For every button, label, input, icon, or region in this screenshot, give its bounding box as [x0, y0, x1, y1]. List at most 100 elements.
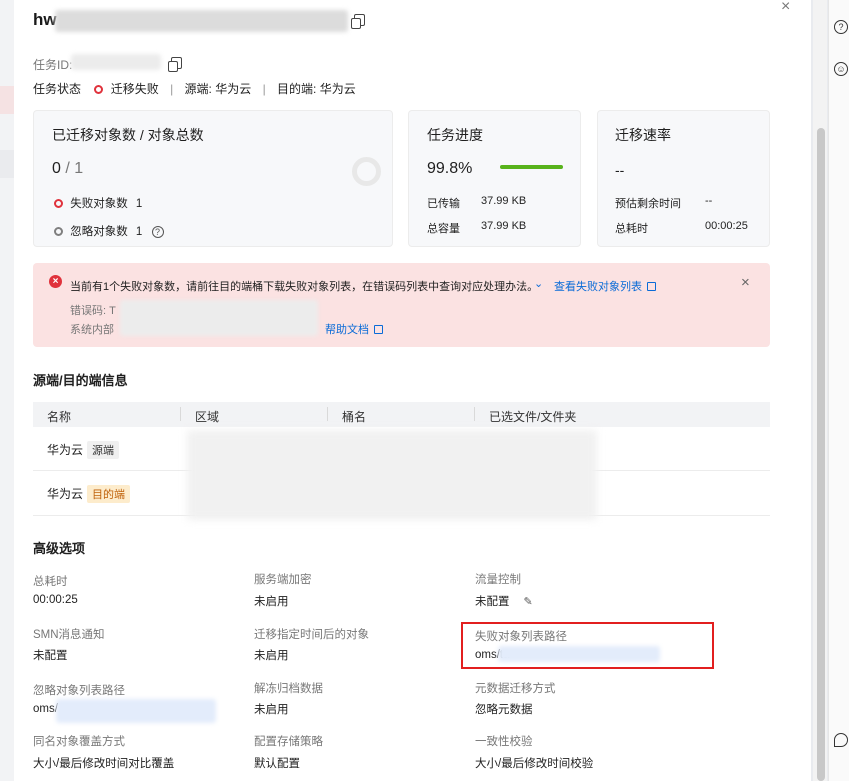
- chevron-down-icon[interactable]: ⌄: [534, 277, 543, 290]
- column-header-name: 名称: [47, 410, 72, 424]
- background-row: [0, 150, 14, 178]
- option-value: 未启用: [254, 650, 289, 662]
- transferred-label: 已传输: [427, 198, 460, 210]
- scrollbar-thumb[interactable]: [817, 128, 825, 781]
- option-value: 忽略元数据: [475, 704, 533, 716]
- column-divider: [180, 407, 181, 421]
- source-label: 源端:: [184, 82, 212, 96]
- option-label: 忽略对象列表路径: [33, 685, 125, 697]
- traffic-control-value: 未配置 ✎: [475, 593, 533, 609]
- alert-close-icon[interactable]: ×: [741, 274, 750, 291]
- column-header-selected: 已选文件/文件夹: [489, 410, 577, 424]
- row-name: 华为云: [47, 487, 84, 501]
- feedback-smiley-icon[interactable]: ☺: [834, 62, 848, 76]
- failed-objects-row: 失败对象数 1: [54, 195, 142, 211]
- redacted-path: [56, 699, 216, 723]
- help-doc-link[interactable]: 帮助文档: [325, 321, 383, 337]
- view-failed-objects-link[interactable]: 查看失败对象列表: [554, 278, 656, 294]
- redacted-task-name: [55, 10, 348, 32]
- option-label: 服务端加密: [254, 574, 312, 586]
- speed-value: --: [615, 162, 625, 178]
- src-dst-table-header: [33, 402, 770, 427]
- dest-value: 华为云: [319, 82, 356, 96]
- background-page: [0, 0, 14, 781]
- source-value: 华为云: [215, 82, 252, 96]
- column-header-region: 区域: [195, 410, 220, 424]
- total-count: 1: [74, 160, 84, 177]
- count-separator: /: [60, 160, 75, 177]
- task-id-label: 任务ID:: [33, 58, 73, 72]
- remaining-time-value: --: [705, 195, 713, 207]
- error-code-label: 错误码: T: [70, 305, 116, 317]
- option-value: 未启用: [254, 596, 289, 608]
- internal-error-label: 系统内部: [70, 324, 114, 336]
- option-label: 元数据迁移方式: [475, 683, 556, 695]
- progress-card-title: 任务进度: [427, 127, 483, 143]
- redacted-error-detail: [120, 300, 318, 336]
- destination-tag: 目的端: [87, 485, 131, 503]
- progress-bar-fill: [500, 165, 563, 169]
- option-value: 未配置: [475, 596, 510, 608]
- transferred-value: 37.99 KB: [481, 195, 527, 207]
- total-capacity-value: 37.99 KB: [481, 220, 527, 232]
- failed-status-icon: [54, 199, 63, 208]
- help-doc-label: 帮助文档: [325, 324, 369, 336]
- option-value: 00:00:25: [33, 594, 78, 606]
- customer-service-icon[interactable]: [834, 733, 848, 747]
- elapsed-label: 总耗时: [615, 223, 648, 235]
- edit-pencil-icon[interactable]: ✎: [524, 595, 533, 608]
- ignored-objects-label: 忽略对象数: [70, 226, 128, 238]
- src-dst-section-title: 源端/目的端信息: [33, 373, 128, 388]
- column-header-bucket: 桶名: [342, 410, 367, 424]
- row-name: 华为云: [47, 443, 84, 457]
- progress-percent: 99.8%: [427, 160, 473, 177]
- divider: |: [170, 82, 174, 96]
- task-name-title: hw: [33, 10, 57, 29]
- close-icon[interactable]: ×: [781, 0, 790, 16]
- advanced-section-title: 高级选项: [33, 541, 86, 556]
- highlight-box: [461, 622, 714, 669]
- failed-objects-value: 1: [135, 198, 143, 210]
- objects-count: 0 / 1: [52, 160, 83, 178]
- external-link-icon: [374, 325, 383, 334]
- ignored-objects-row: 忽略对象数 1 ?: [54, 223, 164, 239]
- status-value: 迁移失败: [110, 82, 159, 96]
- error-x-icon: ×: [49, 275, 62, 288]
- option-label: 迁移指定时间后的对象: [254, 629, 369, 641]
- option-value: 未启用: [254, 704, 289, 716]
- copy-id-icon[interactable]: [168, 57, 182, 72]
- status-failed-icon: [94, 85, 104, 94]
- option-value: 大小/最后修改时间对比覆盖: [33, 758, 175, 770]
- column-divider: [474, 407, 475, 421]
- task-status-line: 任务状态 迁移失败 | 源端: 华为云 | 目的端: 华为云: [33, 80, 356, 97]
- table-row-source: 华为云 源端: [47, 441, 120, 459]
- view-failed-objects-label: 查看失败对象列表: [554, 281, 642, 293]
- elapsed-value: 00:00:25: [705, 220, 748, 232]
- failed-objects-label: 失败对象数: [70, 198, 128, 210]
- option-value: 大小/最后修改时间校验: [475, 758, 594, 770]
- option-label: 总耗时: [33, 576, 68, 588]
- redacted-task-id: [71, 54, 161, 70]
- speed-card-title: 迁移速率: [615, 127, 671, 143]
- total-capacity-label: 总容量: [427, 223, 460, 235]
- help-icon[interactable]: ?: [834, 20, 848, 34]
- objects-card-title: 已迁移对象数 / 对象总数: [52, 127, 204, 143]
- ignored-status-icon: [54, 227, 63, 236]
- option-label: SMN消息通知: [33, 629, 105, 641]
- dest-label: 目的端:: [277, 82, 317, 96]
- right-toolbar: ? ☺: [828, 0, 849, 781]
- column-divider: [327, 407, 328, 421]
- redacted-table-cells: [187, 430, 597, 520]
- option-label: 流量控制: [475, 574, 521, 586]
- option-label: 同名对象覆盖方式: [33, 736, 125, 748]
- question-circle-icon[interactable]: ?: [151, 226, 164, 238]
- option-value: 未配置: [33, 650, 68, 662]
- remaining-time-label: 预估剩余时间: [615, 198, 681, 210]
- option-label: 配置存储策略: [254, 736, 323, 748]
- ignored-list-path-link[interactable]: oms/: [33, 703, 58, 715]
- table-row-destination: 华为云 目的端: [47, 485, 131, 503]
- copy-icon[interactable]: [351, 14, 365, 29]
- migrated-count: 0: [52, 160, 61, 177]
- objects-progress-ring: [352, 157, 381, 186]
- option-label: 解冻归档数据: [254, 683, 323, 695]
